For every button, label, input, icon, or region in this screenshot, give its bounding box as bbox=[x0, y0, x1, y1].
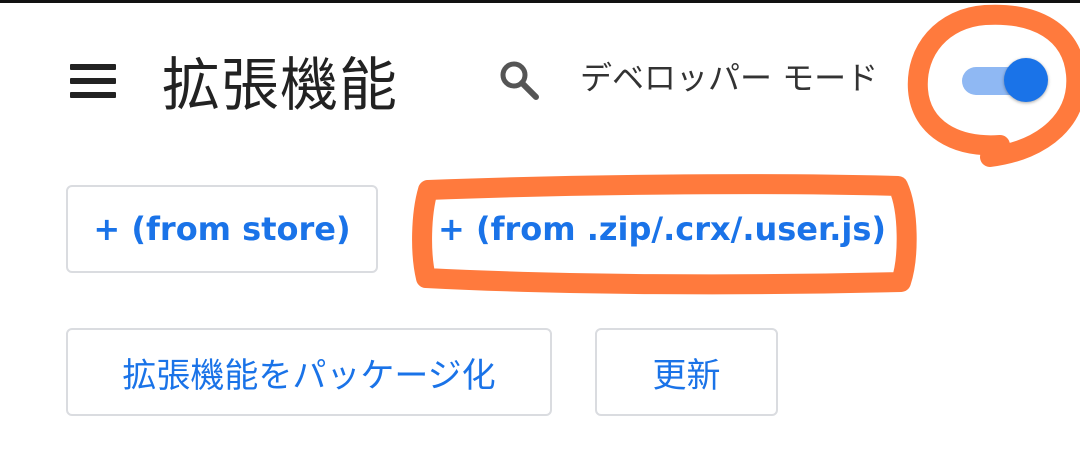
developer-mode-toggle[interactable] bbox=[962, 58, 1050, 104]
extensions-page: 拡張機能 デベロッパー モード + (from store) + (from .… bbox=[0, 0, 1080, 467]
add-from-file-button[interactable]: + (from .zip/.crx/.user.js) bbox=[434, 185, 890, 273]
page-title: 拡張機能 bbox=[162, 51, 399, 119]
toggle-knob bbox=[1004, 58, 1048, 102]
developer-mode-label: デベロッパー モード bbox=[580, 59, 879, 97]
update-button[interactable]: 更新 bbox=[595, 328, 778, 416]
hamburger-menu-icon[interactable] bbox=[70, 64, 116, 98]
top-divider bbox=[0, 0, 1080, 3]
pack-extension-button[interactable]: 拡張機能をパッケージ化 bbox=[66, 328, 552, 416]
add-from-store-button[interactable]: + (from store) bbox=[66, 185, 378, 273]
search-icon[interactable] bbox=[497, 58, 541, 102]
